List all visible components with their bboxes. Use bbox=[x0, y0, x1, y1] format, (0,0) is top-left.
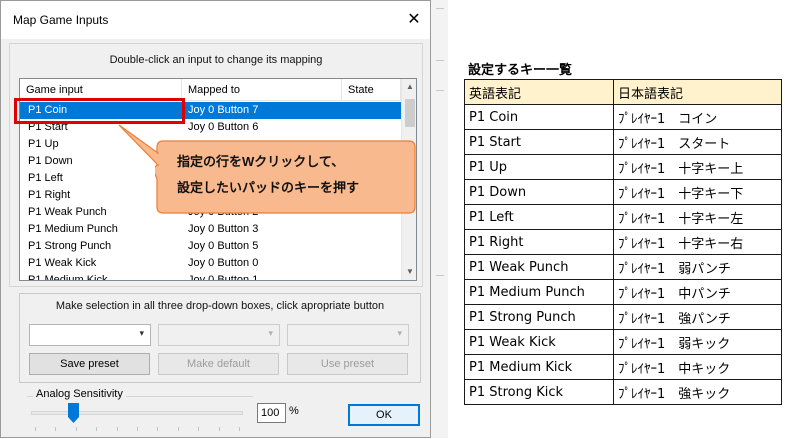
header-english: 英語表記 bbox=[464, 79, 614, 105]
slider-tick bbox=[55, 427, 57, 431]
key-mapping-table: 英語表記 日本語表記 P1 Coin ﾌﾟﾚｲﾔｰ1 コイン P1 Start ﾌﾟﾚ… bbox=[464, 79, 782, 405]
cell-english: P1 Strong Punch bbox=[464, 304, 614, 330]
key-table-row: P1 Weak Punch ﾌﾟﾚｲﾔｰ1 弱パンチ bbox=[464, 254, 782, 280]
key-table-row: P1 Down ﾌﾟﾚｲﾔｰ1 十字キー下 bbox=[464, 179, 782, 205]
preset-dropdown-2[interactable]: ▾ bbox=[158, 324, 280, 346]
slider-tick bbox=[198, 427, 200, 431]
cell-english: P1 Weak Punch bbox=[464, 254, 614, 280]
preset-dropdown-3[interactable]: ▾ bbox=[287, 324, 409, 346]
sensitivity-unit: % bbox=[289, 405, 299, 417]
slider-tick bbox=[177, 427, 179, 431]
slider-tick bbox=[137, 427, 138, 431]
key-table-row: P1 Medium Punch ﾌﾟﾚｲﾔｰ1 中パンチ bbox=[464, 279, 782, 305]
cell-japanese: ﾌﾟﾚｲﾔｰ1 スタート bbox=[613, 129, 782, 155]
header-japanese: 日本語表記 bbox=[613, 79, 782, 105]
slider-tick bbox=[116, 427, 118, 431]
background-tick bbox=[436, 60, 444, 61]
cell-japanese: ﾌﾟﾚｲﾔｰ1 十字キー下 bbox=[613, 179, 782, 205]
slider-tick bbox=[218, 427, 220, 431]
cell-japanese: ﾌﾟﾚｲﾔｰ1 強パンチ bbox=[613, 304, 782, 330]
slider-tick bbox=[96, 427, 98, 431]
cell-english: P1 Start bbox=[464, 129, 614, 155]
key-table-row: P1 Up ﾌﾟﾚｲﾔｰ1 十字キー上 bbox=[464, 154, 782, 180]
cell-japanese: ﾌﾟﾚｲﾔｰ1 中パンチ bbox=[613, 279, 782, 305]
cell-english: P1 Weak Kick bbox=[464, 329, 614, 355]
cell-japanese: ﾌﾟﾚｲﾔｰ1 十字キー上 bbox=[613, 154, 782, 180]
key-table-row: P1 Medium Kick ﾌﾟﾚｲﾔｰ1 中キック bbox=[464, 354, 782, 380]
key-table-row: P1 Coin ﾌﾟﾚｲﾔｰ1 コイン bbox=[464, 104, 782, 130]
cell-english: P1 Medium Punch bbox=[464, 279, 614, 305]
cell-english: P1 Left bbox=[464, 204, 614, 230]
ok-button[interactable]: OK bbox=[348, 404, 420, 426]
chevron-down-icon: ▾ bbox=[397, 328, 402, 338]
background-tick bbox=[436, 90, 444, 91]
preset-hint: Make selection in all three drop-down bo… bbox=[55, 300, 385, 312]
cell-japanese: ﾌﾟﾚｲﾔｰ1 強キック bbox=[613, 379, 782, 405]
slider-tick bbox=[35, 427, 36, 431]
key-table-header-row: 英語表記 日本語表記 bbox=[464, 79, 782, 105]
slider-tick bbox=[239, 427, 240, 431]
key-table-row: P1 Start ﾌﾟﾚｲﾔｰ1 スタート bbox=[464, 129, 782, 155]
key-table-title: 設定するキー一覧 bbox=[468, 63, 573, 78]
cell-english: P1 Down bbox=[464, 179, 614, 205]
background-tick bbox=[436, 275, 444, 276]
key-table-row: P1 Strong Punch ﾌﾟﾚｲﾔｰ1 強パンチ bbox=[464, 304, 782, 330]
map-game-inputs-dialog: Map Game Inputs ✕ Double-click an input … bbox=[0, 0, 431, 438]
slider-tick bbox=[75, 427, 77, 431]
key-table-row: P1 Right ﾌﾟﾚｲﾔｰ1 十字キー右 bbox=[464, 229, 782, 255]
make-default-button[interactable]: Make default bbox=[158, 353, 279, 375]
cell-english: P1 Up bbox=[464, 154, 614, 180]
key-table-row: P1 Left ﾌﾟﾚｲﾔｰ1 十字キー左 bbox=[464, 204, 782, 230]
sensitivity-slider-thumb[interactable] bbox=[67, 403, 79, 423]
cell-japanese: ﾌﾟﾚｲﾔｰ1 コイン bbox=[613, 104, 782, 130]
cell-japanese: ﾌﾟﾚｲﾔｰ1 弱パンチ bbox=[613, 254, 782, 280]
background-tick bbox=[436, 8, 444, 9]
cell-japanese: ﾌﾟﾚｲﾔｰ1 弱キック bbox=[613, 329, 782, 355]
key-table-row: P1 Weak Kick ﾌﾟﾚｲﾔｰ1 弱キック bbox=[464, 329, 782, 355]
chevron-down-icon: ▾ bbox=[139, 328, 144, 338]
chevron-down-icon: ▾ bbox=[268, 328, 273, 338]
cell-english: P1 Right bbox=[464, 229, 614, 255]
cell-english: P1 Coin bbox=[464, 104, 614, 130]
cell-japanese: ﾌﾟﾚｲﾔｰ1 中キック bbox=[613, 354, 782, 380]
cell-english: P1 Strong Kick bbox=[464, 379, 614, 405]
analog-sensitivity-label: Analog Sensitivity bbox=[33, 388, 126, 400]
save-preset-button[interactable]: Save preset bbox=[29, 353, 150, 375]
cell-japanese: ﾌﾟﾚｲﾔｰ1 十字キー右 bbox=[613, 229, 782, 255]
key-table-row: P1 Strong Kick ﾌﾟﾚｲﾔｰ1 強キック bbox=[464, 379, 782, 405]
slider-tick bbox=[157, 427, 159, 431]
cell-japanese: ﾌﾟﾚｲﾔｰ1 十字キー左 bbox=[613, 204, 782, 230]
sensitivity-slider-track[interactable] bbox=[31, 411, 243, 415]
preset-dropdown-1[interactable]: ▾ bbox=[29, 324, 151, 346]
cell-english: P1 Medium Kick bbox=[464, 354, 614, 380]
background-window-edge bbox=[430, 0, 448, 438]
use-preset-button[interactable]: Use preset bbox=[287, 353, 408, 375]
sensitivity-value-input[interactable]: 100 bbox=[257, 403, 286, 423]
